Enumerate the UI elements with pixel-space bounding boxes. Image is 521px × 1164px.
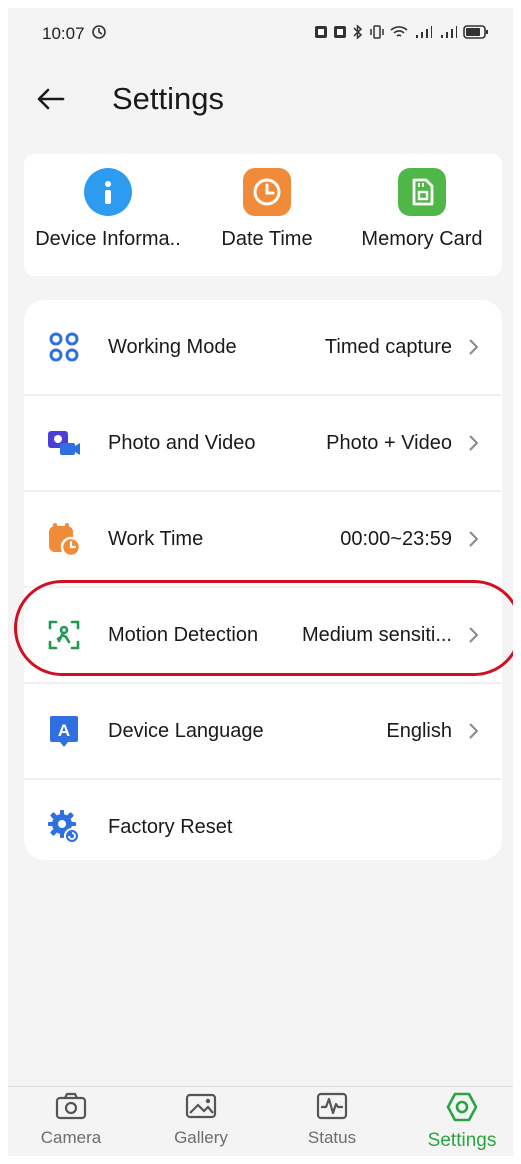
device-language-label: Device Language — [108, 719, 264, 742]
motion-detection-row[interactable]: Motion Detection Medium sensiti... — [24, 588, 502, 682]
svg-text:A: A — [58, 721, 70, 740]
chevron-right-icon — [464, 530, 482, 548]
signal-icon — [413, 24, 433, 45]
device-information-label: Device Informa.. — [35, 228, 181, 250]
info-icon — [84, 168, 132, 216]
grid-icon — [46, 329, 82, 365]
memory-card-label: Memory Card — [361, 228, 483, 250]
settings-screen: 10:07 Settings Device Informa.. Date Tim… — [8, 8, 513, 1156]
photo-and-video-value: Photo + Video — [326, 431, 452, 454]
camera-icon — [54, 1091, 88, 1126]
chevron-right-icon — [464, 626, 482, 644]
work-time-value: 00:00~23:59 — [340, 527, 452, 550]
header: Settings — [8, 60, 513, 138]
status-bar: 10:07 — [8, 8, 513, 60]
bluetooth-icon — [352, 23, 364, 45]
nav-gallery-label: Gallery — [174, 1128, 228, 1147]
gear-reset-icon — [46, 809, 82, 845]
chevron-right-icon — [464, 338, 482, 356]
date-time-button[interactable]: Date Time — [192, 168, 342, 268]
working-mode-label: Working Mode — [108, 335, 237, 358]
clock-icon — [243, 168, 291, 216]
nav-gallery[interactable]: Gallery — [151, 1091, 251, 1155]
photo-and-video-row[interactable]: Photo and Video Photo + Video — [24, 396, 502, 490]
back-button[interactable] — [28, 76, 74, 122]
page-title: Settings — [112, 81, 225, 116]
date-time-label: Date Time — [221, 228, 313, 250]
memory-card-button[interactable]: Memory Card — [342, 168, 502, 268]
photo-and-video-label: Photo and Video — [108, 431, 256, 454]
quick-access-card: Device Informa.. Date Time Memory Card — [24, 154, 502, 276]
bottom-nav: Camera Gallery Status Settings — [8, 1086, 513, 1156]
vibrate-icon — [369, 24, 385, 45]
settings-list: Working Mode Timed capture Photo and Vid… — [24, 300, 502, 860]
gallery-icon — [184, 1091, 218, 1126]
status-icon — [315, 1091, 349, 1126]
working-mode-row[interactable]: Working Mode Timed capture — [24, 300, 502, 394]
factory-reset-row[interactable]: Factory Reset — [24, 780, 502, 874]
nav-settings[interactable]: Settings — [412, 1091, 512, 1155]
nav-status-label: Status — [307, 1128, 357, 1147]
work-time-row[interactable]: Work Time 00:00~23:59 — [24, 492, 502, 586]
language-icon: A — [46, 713, 82, 749]
signal-icon-2 — [438, 24, 458, 45]
status-time: 10:07 — [42, 24, 85, 43]
arrow-left-icon — [37, 88, 65, 110]
notification-icon — [314, 24, 328, 44]
nav-status[interactable]: Status — [282, 1091, 382, 1155]
camera-video-icon — [46, 425, 82, 461]
nav-camera[interactable]: Camera — [21, 1091, 121, 1155]
sd-card-icon — [398, 168, 446, 216]
calendar-clock-icon — [46, 521, 82, 557]
work-time-label: Work Time — [108, 527, 204, 550]
device-information-button[interactable]: Device Informa.. — [24, 168, 192, 268]
chevron-right-icon — [464, 434, 482, 452]
battery-icon — [463, 24, 489, 44]
factory-reset-label: Factory Reset — [108, 815, 233, 838]
sync-icon — [91, 24, 107, 45]
settings-hex-icon — [445, 1091, 479, 1128]
wifi-icon — [390, 24, 408, 45]
working-mode-value: Timed capture — [324, 335, 452, 358]
motion-detection-value: Medium sensiti... — [301, 623, 452, 646]
motion-detection-label: Motion Detection — [108, 623, 259, 646]
motion-scan-icon — [46, 617, 82, 653]
notification-icon-2 — [333, 24, 347, 44]
nav-camera-label: Camera — [40, 1128, 102, 1147]
device-language-row[interactable]: A Device Language English — [24, 684, 502, 778]
device-language-value: English — [386, 719, 452, 742]
chevron-right-icon — [464, 722, 482, 740]
nav-settings-label: Settings — [427, 1130, 497, 1151]
